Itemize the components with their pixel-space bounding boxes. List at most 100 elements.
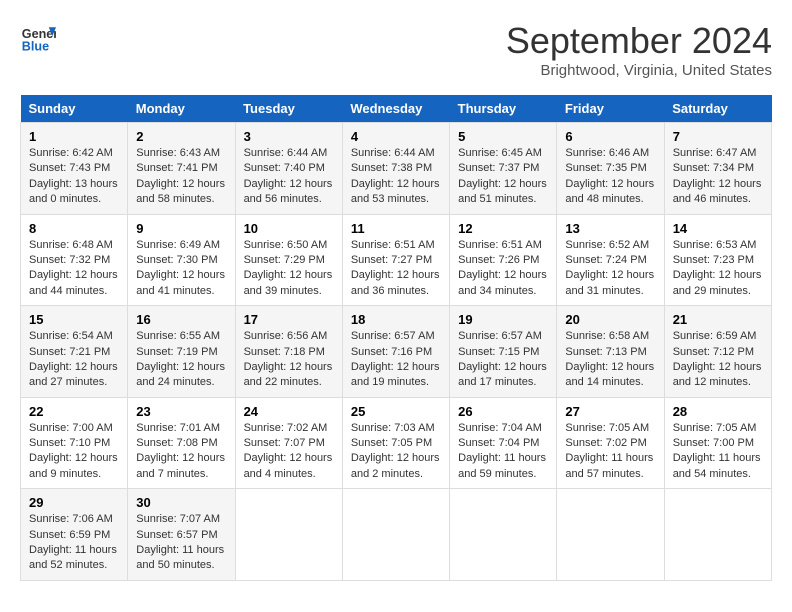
calendar-cell: 17 Sunrise: 6:56 AM Sunset: 7:18 PM Dayl…	[235, 306, 342, 398]
day-number: 17	[244, 312, 334, 327]
calendar-cell: 27 Sunrise: 7:05 AM Sunset: 7:02 PM Dayl…	[557, 397, 664, 489]
calendar-week-1: 1 Sunrise: 6:42 AM Sunset: 7:43 PM Dayli…	[21, 123, 772, 215]
daylight-label: Daylight: 12 hours and 9 minutes.	[29, 452, 118, 479]
calendar-cell	[342, 489, 449, 581]
daylight-label: Daylight: 12 hours and 51 minutes.	[458, 178, 547, 205]
day-info: Sunrise: 6:58 AM Sunset: 7:13 PM Dayligh…	[565, 329, 655, 391]
day-number: 20	[565, 312, 655, 327]
day-number: 16	[136, 312, 226, 327]
day-number: 25	[351, 404, 441, 419]
day-info: Sunrise: 6:46 AM Sunset: 7:35 PM Dayligh…	[565, 146, 655, 208]
day-number: 2	[136, 129, 226, 144]
day-info: Sunrise: 7:02 AM Sunset: 7:07 PM Dayligh…	[244, 421, 334, 483]
calendar-cell: 15 Sunrise: 6:54 AM Sunset: 7:21 PM Dayl…	[21, 306, 128, 398]
calendar-cell	[557, 489, 664, 581]
weekday-header-monday: Monday	[128, 95, 235, 123]
day-number: 1	[29, 129, 119, 144]
sunrise-label: Sunrise: 6:42 AM	[29, 147, 113, 159]
calendar-cell: 6 Sunrise: 6:46 AM Sunset: 7:35 PM Dayli…	[557, 123, 664, 215]
calendar-header: SundayMondayTuesdayWednesdayThursdayFrid…	[21, 95, 772, 123]
day-info: Sunrise: 6:56 AM Sunset: 7:18 PM Dayligh…	[244, 329, 334, 391]
sunset-label: Sunset: 7:24 PM	[565, 254, 646, 266]
calendar-cell: 12 Sunrise: 6:51 AM Sunset: 7:26 PM Dayl…	[450, 214, 557, 306]
day-number: 4	[351, 129, 441, 144]
sunrise-label: Sunrise: 7:05 AM	[565, 422, 649, 434]
daylight-label: Daylight: 12 hours and 58 minutes.	[136, 178, 225, 205]
weekday-header-wednesday: Wednesday	[342, 95, 449, 123]
calendar-cell: 3 Sunrise: 6:44 AM Sunset: 7:40 PM Dayli…	[235, 123, 342, 215]
daylight-label: Daylight: 11 hours and 50 minutes.	[136, 544, 224, 571]
day-number: 27	[565, 404, 655, 419]
sunset-label: Sunset: 7:12 PM	[673, 346, 754, 358]
sunset-label: Sunset: 7:26 PM	[458, 254, 539, 266]
daylight-label: Daylight: 12 hours and 4 minutes.	[244, 452, 333, 479]
day-info: Sunrise: 6:51 AM Sunset: 7:27 PM Dayligh…	[351, 238, 441, 300]
sunset-label: Sunset: 7:16 PM	[351, 346, 432, 358]
sunset-label: Sunset: 7:10 PM	[29, 437, 110, 449]
sunrise-label: Sunrise: 6:52 AM	[565, 239, 649, 251]
daylight-label: Daylight: 12 hours and 14 minutes.	[565, 361, 654, 388]
calendar-cell: 22 Sunrise: 7:00 AM Sunset: 7:10 PM Dayl…	[21, 397, 128, 489]
sunrise-label: Sunrise: 6:51 AM	[458, 239, 542, 251]
sunset-label: Sunset: 7:07 PM	[244, 437, 325, 449]
daylight-label: Daylight: 13 hours and 0 minutes.	[29, 178, 118, 205]
weekday-header-sunday: Sunday	[21, 95, 128, 123]
sunset-label: Sunset: 7:05 PM	[351, 437, 432, 449]
daylight-label: Daylight: 12 hours and 56 minutes.	[244, 178, 333, 205]
daylight-label: Daylight: 11 hours and 57 minutes.	[565, 452, 653, 479]
daylight-label: Daylight: 12 hours and 24 minutes.	[136, 361, 225, 388]
day-info: Sunrise: 6:54 AM Sunset: 7:21 PM Dayligh…	[29, 329, 119, 391]
calendar-body: 1 Sunrise: 6:42 AM Sunset: 7:43 PM Dayli…	[21, 123, 772, 581]
sunrise-label: Sunrise: 6:56 AM	[244, 330, 328, 342]
calendar-week-5: 29 Sunrise: 7:06 AM Sunset: 6:59 PM Dayl…	[21, 489, 772, 581]
daylight-label: Daylight: 12 hours and 19 minutes.	[351, 361, 440, 388]
day-info: Sunrise: 7:05 AM Sunset: 7:02 PM Dayligh…	[565, 421, 655, 483]
daylight-label: Daylight: 12 hours and 22 minutes.	[244, 361, 333, 388]
day-number: 12	[458, 221, 548, 236]
day-info: Sunrise: 7:01 AM Sunset: 7:08 PM Dayligh…	[136, 421, 226, 483]
sunset-label: Sunset: 7:02 PM	[565, 437, 646, 449]
location-subtitle: Brightwood, Virginia, United States	[506, 62, 772, 79]
sunrise-label: Sunrise: 6:48 AM	[29, 239, 113, 251]
sunset-label: Sunset: 7:00 PM	[673, 437, 754, 449]
sunrise-label: Sunrise: 6:58 AM	[565, 330, 649, 342]
daylight-label: Daylight: 11 hours and 59 minutes.	[458, 452, 546, 479]
day-number: 6	[565, 129, 655, 144]
calendar-week-3: 15 Sunrise: 6:54 AM Sunset: 7:21 PM Dayl…	[21, 306, 772, 398]
sunrise-label: Sunrise: 6:59 AM	[673, 330, 757, 342]
day-info: Sunrise: 6:43 AM Sunset: 7:41 PM Dayligh…	[136, 146, 226, 208]
weekday-header-saturday: Saturday	[664, 95, 771, 123]
day-info: Sunrise: 7:03 AM Sunset: 7:05 PM Dayligh…	[351, 421, 441, 483]
day-info: Sunrise: 6:49 AM Sunset: 7:30 PM Dayligh…	[136, 238, 226, 300]
sunset-label: Sunset: 7:41 PM	[136, 162, 217, 174]
daylight-label: Daylight: 12 hours and 17 minutes.	[458, 361, 547, 388]
sunset-label: Sunset: 7:43 PM	[29, 162, 110, 174]
daylight-label: Daylight: 12 hours and 36 minutes.	[351, 269, 440, 296]
sunrise-label: Sunrise: 6:46 AM	[565, 147, 649, 159]
calendar-cell: 21 Sunrise: 6:59 AM Sunset: 7:12 PM Dayl…	[664, 306, 771, 398]
calendar-week-2: 8 Sunrise: 6:48 AM Sunset: 7:32 PM Dayli…	[21, 214, 772, 306]
day-number: 15	[29, 312, 119, 327]
sunset-label: Sunset: 6:57 PM	[136, 529, 217, 541]
day-number: 7	[673, 129, 763, 144]
sunrise-label: Sunrise: 6:51 AM	[351, 239, 435, 251]
day-info: Sunrise: 6:45 AM Sunset: 7:37 PM Dayligh…	[458, 146, 548, 208]
day-info: Sunrise: 6:42 AM Sunset: 7:43 PM Dayligh…	[29, 146, 119, 208]
calendar-cell: 2 Sunrise: 6:43 AM Sunset: 7:41 PM Dayli…	[128, 123, 235, 215]
sunset-label: Sunset: 7:32 PM	[29, 254, 110, 266]
day-number: 11	[351, 221, 441, 236]
day-info: Sunrise: 6:50 AM Sunset: 7:29 PM Dayligh…	[244, 238, 334, 300]
month-title: September 2024	[506, 20, 772, 62]
day-info: Sunrise: 6:59 AM Sunset: 7:12 PM Dayligh…	[673, 329, 763, 391]
daylight-label: Daylight: 12 hours and 46 minutes.	[673, 178, 762, 205]
day-number: 10	[244, 221, 334, 236]
sunset-label: Sunset: 7:29 PM	[244, 254, 325, 266]
page-header: General Blue September 2024 Brightwood, …	[20, 20, 772, 79]
day-info: Sunrise: 7:06 AM Sunset: 6:59 PM Dayligh…	[29, 512, 119, 574]
day-info: Sunrise: 6:52 AM Sunset: 7:24 PM Dayligh…	[565, 238, 655, 300]
day-info: Sunrise: 7:00 AM Sunset: 7:10 PM Dayligh…	[29, 421, 119, 483]
calendar-cell: 30 Sunrise: 7:07 AM Sunset: 6:57 PM Dayl…	[128, 489, 235, 581]
calendar-cell: 14 Sunrise: 6:53 AM Sunset: 7:23 PM Dayl…	[664, 214, 771, 306]
title-block: September 2024 Brightwood, Virginia, Uni…	[506, 20, 772, 79]
day-info: Sunrise: 6:55 AM Sunset: 7:19 PM Dayligh…	[136, 329, 226, 391]
